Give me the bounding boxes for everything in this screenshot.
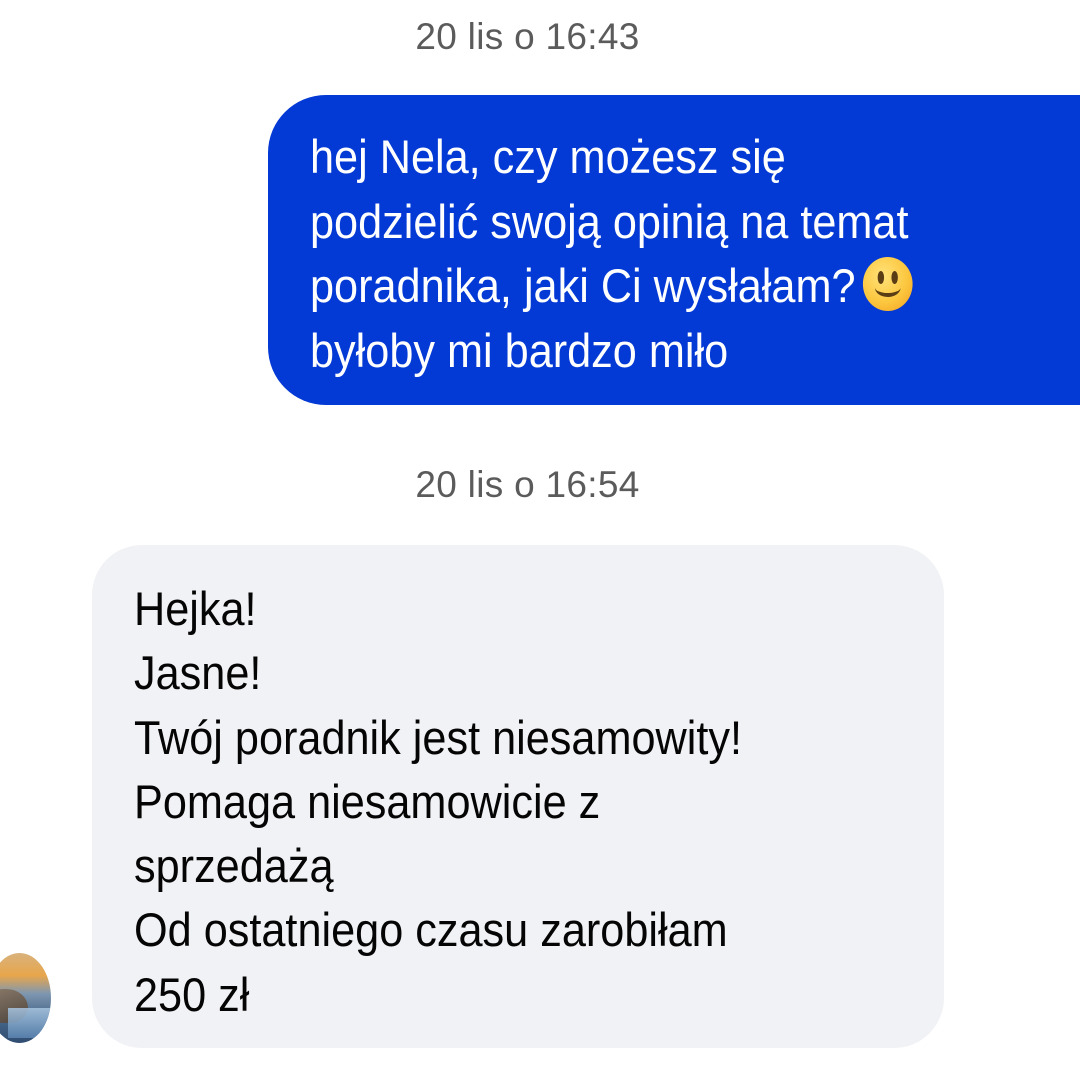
smiling-face-emoji-icon (862, 257, 913, 311)
message-text-line: Jasne! (134, 646, 262, 700)
sender-avatar[interactable] (0, 953, 51, 1043)
chat-screen: 20 lis o 16:43 hej Nela, czy możesz się … (0, 0, 1080, 1080)
message-timestamp: 20 lis o 16:54 (415, 464, 640, 505)
message-text-line: Twój poradnik jest niesamowity! (134, 710, 743, 764)
message-text-line: Hejka! (134, 582, 257, 635)
incoming-message-bubble[interactable]: Hejka! Jasne! Twój poradnik jest niesamo… (92, 545, 944, 1048)
message-text-line: Pomaga niesamowicie z (134, 774, 601, 828)
message-text-line: 250 zł (134, 967, 250, 1021)
message-timestamp: 20 lis o 16:43 (415, 16, 640, 57)
message-text-line: Od ostatniego czasu zarobiłam (134, 903, 728, 957)
message-text-line-with-emoji: poradnika, jaki Ci wysłałam? (310, 254, 1053, 319)
message-text: poradnika, jaki Ci wysłałam? (310, 259, 856, 312)
message-text-line: podzielić swoją opinią na temat (310, 194, 909, 248)
message-text-line: sprzedażą (134, 839, 334, 893)
message-text-line: byłoby mi bardzo miło (310, 323, 729, 377)
avatar-photo-detail (8, 1008, 51, 1038)
outgoing-message-bubble[interactable]: hej Nela, czy możesz się podzielić swoją… (268, 95, 1080, 405)
message-text-line: hej Nela, czy możesz się (310, 130, 786, 183)
